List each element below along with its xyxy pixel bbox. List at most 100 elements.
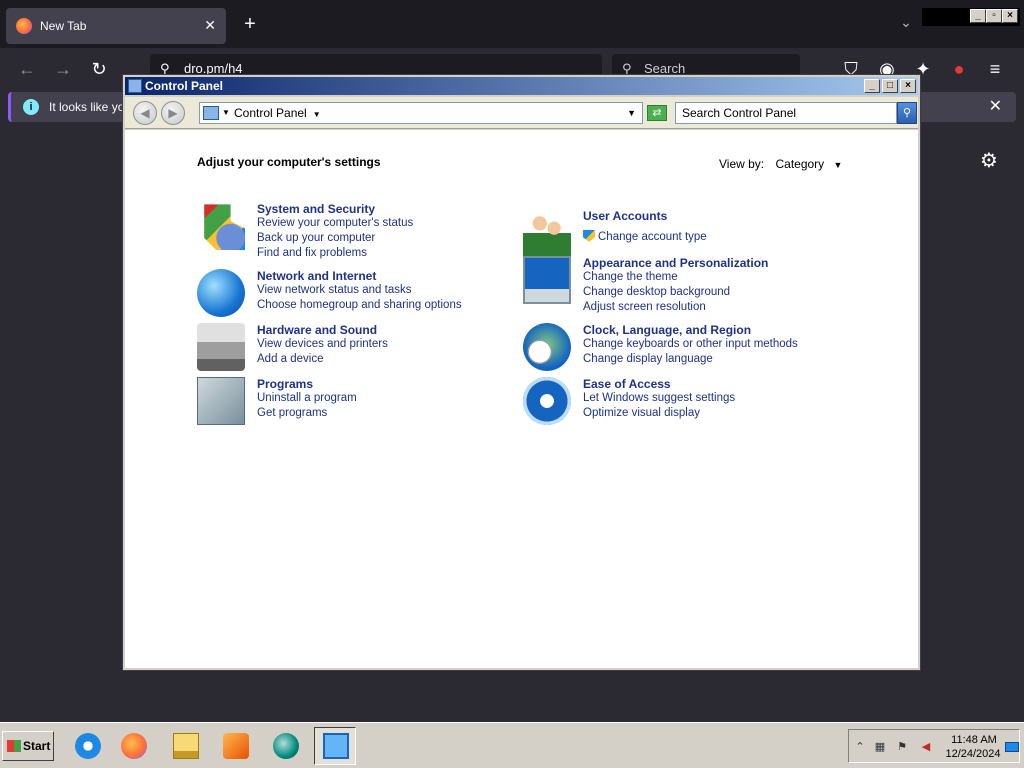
ease-of-access-icon[interactable]	[523, 377, 571, 425]
search-button[interactable]: ⚲	[897, 102, 917, 124]
menu-icon[interactable]: ≡	[984, 58, 1006, 80]
taskbar-app-green[interactable]	[264, 727, 306, 765]
search-placeholder: Search Control Panel	[682, 106, 797, 120]
programs-box-icon[interactable]	[197, 377, 245, 425]
category-link[interactable]: Back up your computer	[257, 231, 413, 246]
clock-globe-icon[interactable]	[523, 323, 571, 371]
window-title: Control Panel	[145, 79, 224, 93]
taskbar-internet-explorer[interactable]	[66, 727, 108, 765]
view-by-selector[interactable]: View by: Category ▼	[719, 157, 842, 171]
back-button[interactable]: ◀	[133, 101, 157, 125]
window-titlebar[interactable]: Control Panel _ □ ×	[125, 77, 918, 95]
reload-icon[interactable]: ↻	[88, 58, 110, 80]
address-dropdown-icon[interactable]: ▼	[627, 103, 636, 123]
address-bar[interactable]: ▼ Control Panel ▼ ▼	[199, 102, 643, 124]
action-center-flag-icon[interactable]: ⚑	[895, 740, 909, 754]
category-link[interactable]: Review your computer's status	[257, 216, 413, 231]
refresh-button[interactable]: ⇄	[647, 105, 667, 121]
new-tab-button[interactable]: +	[238, 12, 262, 36]
outer-close-button[interactable]: ×	[1002, 9, 1018, 23]
outer-window-controls: _ ▫ ×	[922, 8, 1020, 26]
clock-date[interactable]: 12/24/2024	[943, 748, 1003, 760]
firefox-icon	[121, 733, 147, 759]
page-title: Adjust your computer's settings	[197, 155, 381, 169]
category-title[interactable]: Hardware and Sound	[257, 323, 388, 337]
category-link[interactable]: Adjust screen resolution	[583, 300, 768, 315]
firefox-icon	[16, 18, 32, 34]
category-title[interactable]: User Accounts	[583, 209, 707, 223]
taskbar-media-player[interactable]	[214, 727, 256, 765]
category-title[interactable]: Network and Internet	[257, 269, 462, 283]
close-button[interactable]: ×	[900, 79, 916, 93]
volume-muted-icon[interactable]: ◀	[919, 740, 933, 754]
ublock-icon[interactable]: ●	[948, 58, 970, 80]
category-link[interactable]: Change the theme	[583, 270, 768, 285]
app-globe-icon	[273, 733, 299, 759]
chevron-down-icon[interactable]: ▼	[222, 103, 230, 123]
info-icon: i	[23, 99, 39, 115]
uac-shield-icon	[583, 230, 595, 242]
control-panel-window: Control Panel _ □ × ◀ ▶ ▼ Control Panel ▼…	[122, 74, 921, 671]
taskbar-control-panel[interactable]	[314, 727, 356, 765]
browser-tab[interactable]: New Tab ✕	[6, 8, 226, 44]
network-globe-icon[interactable]	[197, 269, 245, 317]
category-link[interactable]: Find and fix problems	[257, 246, 413, 261]
category-link[interactable]: View devices and printers	[257, 337, 388, 352]
minimize-button[interactable]: _	[864, 79, 880, 93]
close-tab-icon[interactable]: ✕	[204, 17, 216, 34]
taskbar-firefox[interactable]	[112, 727, 154, 765]
list-tabs-chevron-icon[interactable]: ⌄	[896, 14, 916, 34]
category-link[interactable]: Uninstall a program	[257, 391, 357, 406]
users-icon[interactable]	[523, 209, 571, 257]
gear-icon[interactable]: ⚙	[978, 150, 1000, 172]
chevron-down-icon[interactable]: ▼	[834, 160, 843, 170]
system-tray: ⌃ ▦ ⚑ ◀ 11:48 AM 12/24/2024	[848, 729, 1020, 763]
category-title[interactable]: Programs	[257, 377, 357, 391]
tab-title: New Tab	[40, 19, 87, 33]
category-link[interactable]: View network status and tasks	[257, 283, 462, 298]
category-link[interactable]: Change display language	[583, 352, 798, 367]
taskbar-explorer[interactable]	[164, 727, 206, 765]
shield-icon[interactable]	[204, 204, 245, 250]
close-notification-icon[interactable]: ✕	[989, 92, 1002, 122]
chevron-down-icon[interactable]: ▼	[313, 110, 321, 119]
category-title[interactable]: Appearance and Personalization	[583, 256, 768, 270]
category-link[interactable]: Change desktop background	[583, 285, 768, 300]
browser-tab-bar: New Tab ✕ + ⌄ _ ▫ ×	[0, 0, 1024, 48]
start-button[interactable]: Start	[2, 731, 54, 761]
category-link[interactable]: Get programs	[257, 406, 357, 421]
network-icon[interactable]: ▦	[873, 740, 887, 754]
notification-text: It looks like you	[49, 100, 132, 114]
start-label: Start	[23, 739, 51, 753]
outer-minimize-button[interactable]: _	[970, 9, 986, 23]
forward-arrow-icon[interactable]: →	[52, 58, 74, 80]
category-link[interactable]: Change account type	[583, 230, 707, 245]
media-player-icon	[223, 733, 249, 759]
windows-flag-icon	[7, 740, 21, 752]
outer-restore-button[interactable]: ▫	[986, 9, 1002, 23]
show-hidden-icons-icon[interactable]: ⌃	[853, 740, 867, 754]
clock-time[interactable]: 11:48 AM	[947, 734, 1001, 746]
category-link-text[interactable]: Change account type	[598, 231, 707, 243]
category-link[interactable]: Choose homegroup and sharing options	[257, 298, 462, 313]
forward-button[interactable]: ▶	[161, 101, 185, 125]
control-panel-icon	[128, 79, 142, 93]
control-panel-content: Adjust your computer's settings View by:…	[125, 130, 918, 668]
category-title[interactable]: Ease of Access	[583, 377, 735, 391]
breadcrumb[interactable]: Control Panel	[234, 106, 307, 120]
search-input[interactable]: Search Control Panel	[675, 102, 897, 124]
taskbar: Start ⌃ ▦ ⚑ ◀ 11:48 AM 12/24/2024	[0, 722, 1024, 768]
category-link[interactable]: Change keyboards or other input methods	[583, 337, 798, 352]
monitor-icon[interactable]	[523, 256, 571, 304]
printer-icon[interactable]	[197, 323, 245, 371]
control-panel-icon	[203, 106, 219, 120]
back-arrow-icon[interactable]: ←	[16, 58, 38, 80]
category-title[interactable]: Clock, Language, and Region	[583, 323, 798, 337]
category-link[interactable]: Add a device	[257, 352, 388, 367]
show-desktop-icon[interactable]	[1005, 742, 1019, 752]
category-title[interactable]: System and Security	[257, 202, 413, 216]
view-by-value[interactable]: Category	[775, 157, 824, 171]
maximize-button[interactable]: □	[882, 79, 898, 93]
category-link[interactable]: Let Windows suggest settings	[583, 391, 735, 406]
category-link[interactable]: Optimize visual display	[583, 406, 735, 421]
